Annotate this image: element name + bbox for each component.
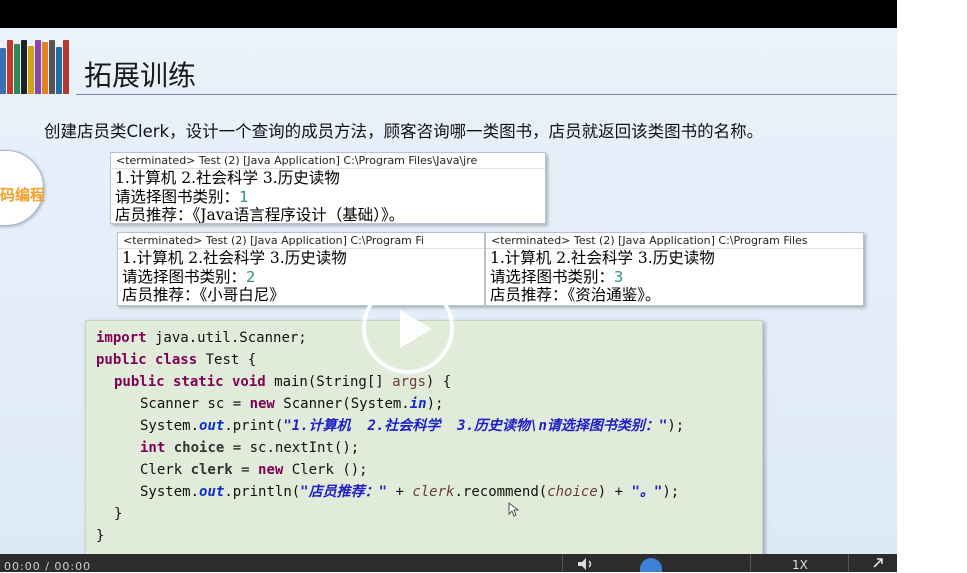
control-divider [750, 554, 751, 572]
mouse-cursor-icon [508, 502, 520, 517]
console-prompt: 请选择图书类别：1 [115, 187, 249, 206]
code-line-10: } [96, 528, 105, 544]
code-line-1: import java.util.Scanner; [96, 330, 307, 346]
console-prompt: 请选择图书类别：3 [490, 267, 624, 286]
console-choice: 2 [246, 267, 256, 286]
code-line-3: public static void main(String[] args) { [114, 374, 452, 390]
control-divider [848, 554, 849, 572]
console-header: <terminated> Test (2) [Java Application]… [111, 153, 545, 169]
code-line-8: System.out.println("店员推荐：" + clerk.recom… [140, 484, 680, 500]
code-line-2: public class Test { [96, 352, 257, 368]
play-button[interactable] [362, 282, 454, 374]
fullscreen-icon[interactable] [870, 557, 884, 571]
code-line-9: } [114, 506, 123, 522]
video-control-bar: 00:00 / 00:00 1X [0, 554, 897, 573]
console-choice: 3 [614, 267, 624, 286]
play-icon [400, 310, 432, 348]
console-menu: 1.计算机 2.社会科学 3.历史读物 [122, 249, 347, 267]
time-display: 00:00 / 00:00 [4, 560, 92, 573]
code-line-6: int choice = sc.nextInt(); [140, 440, 360, 456]
volume-icon[interactable] [576, 557, 598, 571]
slide-title: 拓展训练 [84, 59, 197, 92]
top-black-bar [0, 0, 897, 28]
books-logo-icon [0, 38, 70, 94]
slide: 拓展训练 创建店员类Clerk，设计一个查询的成员方法，顾客咨询哪一类图书，店员… [0, 28, 897, 554]
console-header: <terminated> Test (2) [Java Application]… [118, 233, 484, 249]
console-output-1: <terminated> Test (2) [Java Application]… [110, 152, 546, 224]
console-choice: 1 [239, 187, 249, 206]
console-result: 店员推荐：《Java语言程序设计（基础）》。 [115, 206, 405, 224]
badge-label: 码编程 [0, 186, 46, 204]
code-line-5: System.out.print("1.计算机 2.社会科学 3.历史读物\n请… [140, 418, 685, 434]
console-result: 店员推荐：《资治通鉴》。 [490, 286, 661, 304]
console-menu: 1.计算机 2.社会科学 3.历史读物 [490, 249, 715, 267]
instruction-text: 创建店员类Clerk，设计一个查询的成员方法，顾客咨询哪一类图书，店员就返回该类… [44, 122, 764, 141]
console-menu: 1.计算机 2.社会科学 3.历史读物 [115, 169, 340, 187]
console-header: <terminated> Test (2) [Java Application]… [486, 233, 863, 249]
code-line-7: Clerk clerk = new Clerk (); [140, 462, 368, 478]
playback-speed-button[interactable]: 1X [792, 558, 808, 572]
right-margin [897, 0, 967, 554]
title-divider [76, 94, 897, 95]
volume-slider-knob[interactable] [640, 558, 662, 572]
code-line-4: Scanner sc = new Scanner(System.in); [140, 396, 444, 412]
console-output-3: <terminated> Test (2) [Java Application]… [485, 232, 864, 306]
control-divider [562, 554, 563, 572]
console-prompt: 请选择图书类别：2 [122, 267, 256, 286]
